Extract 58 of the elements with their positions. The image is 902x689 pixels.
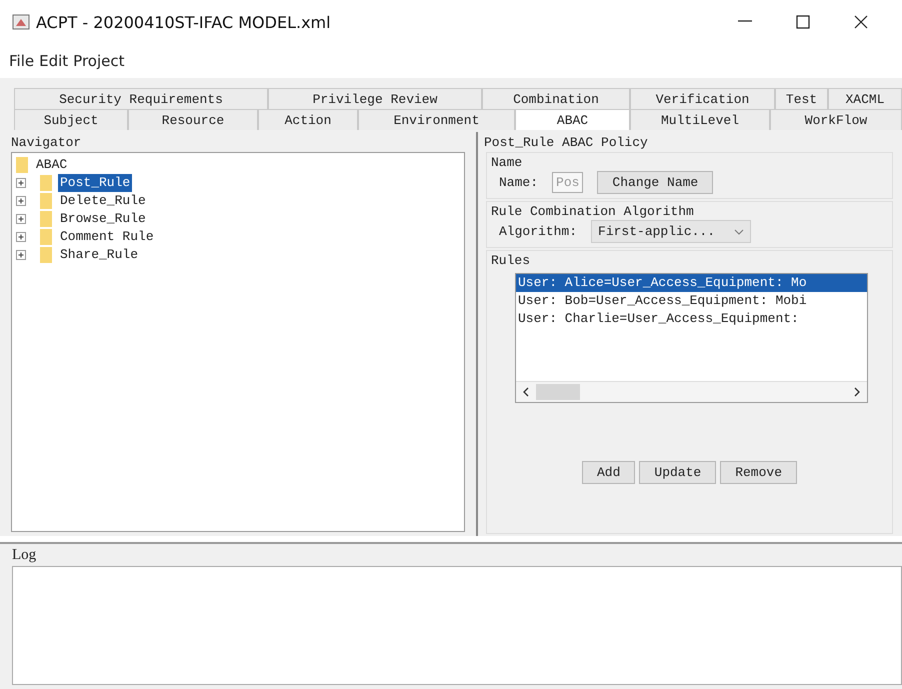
panel-title: Post_Rule ABAC Policy [484, 134, 649, 152]
tab[interactable]: Resource [128, 109, 258, 130]
tree-item[interactable]: Post_Rule [58, 174, 132, 192]
action-button[interactable]: Update [639, 461, 716, 484]
tab[interactable]: Action [258, 109, 358, 130]
tab[interactable]: Combination [482, 88, 630, 109]
folder-icon [40, 211, 52, 227]
folder-icon [16, 157, 28, 173]
app-icon [12, 13, 30, 31]
scroll-right-icon[interactable] [853, 387, 861, 397]
menu-item[interactable]: Project [73, 52, 124, 70]
menu-item[interactable]: Edit [39, 52, 68, 70]
tab[interactable]: WorkFlow [770, 109, 902, 130]
horizontal-scrollbar[interactable] [516, 381, 867, 402]
action-button[interactable]: Remove [720, 461, 798, 484]
maximize-icon[interactable] [794, 13, 812, 31]
list-item[interactable]: User: Charlie=User_Access_Equipment: [516, 310, 867, 328]
close-icon[interactable] [852, 13, 870, 31]
group-title: Name [491, 154, 524, 171]
tab[interactable]: Environment [358, 109, 515, 130]
field-label: Name: [499, 175, 538, 190]
tab[interactable]: XACML [828, 88, 902, 109]
tab[interactable]: ABAC [515, 109, 630, 130]
tree-item[interactable]: Browse_Rule [58, 210, 148, 228]
tab[interactable]: Test [775, 88, 828, 109]
name-field: Pos [552, 172, 584, 193]
tree-item[interactable]: Delete_Rule [58, 192, 148, 210]
group-title: Rules [491, 252, 532, 269]
panel-title: Log [11, 546, 38, 564]
list-item[interactable]: User: Alice=User_Access_Equipment: Mo [516, 274, 867, 292]
tab[interactable]: Verification [630, 88, 775, 109]
tab[interactable]: Security Requirements [14, 88, 268, 109]
tab[interactable]: Privilege Review [268, 88, 482, 109]
expand-icon[interactable] [16, 232, 26, 242]
field-label: Algorithm: [499, 224, 578, 239]
algorithm-dropdown[interactable]: First-applic... [591, 220, 752, 243]
menu-item[interactable]: File [9, 52, 34, 70]
list-item[interactable]: User: Bob=User_Access_Equipment: Mobi [516, 292, 867, 310]
expand-icon[interactable] [16, 250, 26, 260]
folder-icon [40, 247, 52, 263]
folder-icon [40, 175, 52, 191]
scroll-left-icon[interactable] [522, 387, 530, 397]
tab[interactable]: MultiLevel [630, 109, 770, 130]
tree-item[interactable]: ABAC [34, 156, 70, 174]
panel-title: Navigator [10, 134, 82, 152]
tree-item[interactable]: Comment Rule [58, 228, 156, 246]
folder-icon [40, 229, 52, 245]
expand-icon[interactable] [16, 196, 26, 206]
folder-icon [40, 193, 52, 209]
expand-icon[interactable] [16, 214, 26, 224]
tree-item[interactable]: Share_Rule [58, 246, 140, 264]
group-title: Rule Combination Algorithm [491, 202, 695, 220]
action-button[interactable]: Add [582, 461, 636, 484]
chevron-down-icon [734, 228, 744, 234]
expand-icon[interactable] [16, 178, 26, 188]
scroll-thumb[interactable] [536, 384, 580, 400]
window-title: ACPT - 20200410ST-IFAC MODEL.xml [36, 12, 332, 32]
tab[interactable]: Subject [14, 109, 128, 130]
